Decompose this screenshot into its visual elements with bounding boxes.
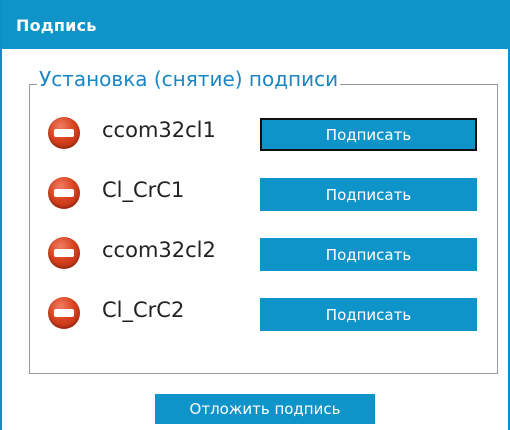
sign-button[interactable]: Подписать bbox=[260, 178, 477, 211]
signer-row: ccom32cl2 Подписать bbox=[48, 236, 488, 272]
sign-button[interactable]: Подписать bbox=[260, 298, 477, 331]
no-entry-icon bbox=[48, 237, 80, 269]
panel-header: Подпись bbox=[2, 0, 510, 49]
signer-name: ccom32cl2 bbox=[102, 238, 216, 262]
signer-name: Cl_CrC2 bbox=[102, 298, 185, 322]
no-entry-icon bbox=[48, 117, 80, 149]
signer-row: Cl_CrC2 Подписать bbox=[48, 296, 488, 332]
signer-name: Cl_CrC1 bbox=[102, 178, 185, 202]
panel-title: Подпись bbox=[16, 16, 97, 35]
sign-button[interactable]: Подписать bbox=[260, 238, 477, 271]
sign-button[interactable]: Подписать bbox=[260, 118, 477, 151]
signature-fieldset-legend: Установка (снятие) подписи bbox=[37, 67, 341, 91]
signer-row: Cl_CrC1 Подписать bbox=[48, 176, 488, 212]
no-entry-icon bbox=[48, 297, 80, 329]
signer-name: ccom32cl1 bbox=[102, 118, 216, 142]
signature-panel: Подпись Установка (снятие) подписи ccom3… bbox=[0, 0, 510, 430]
defer-signature-button[interactable]: Отложить подпись bbox=[155, 394, 375, 424]
no-entry-icon bbox=[48, 177, 80, 209]
signer-row: ccom32cl1 Подписать bbox=[48, 116, 488, 152]
